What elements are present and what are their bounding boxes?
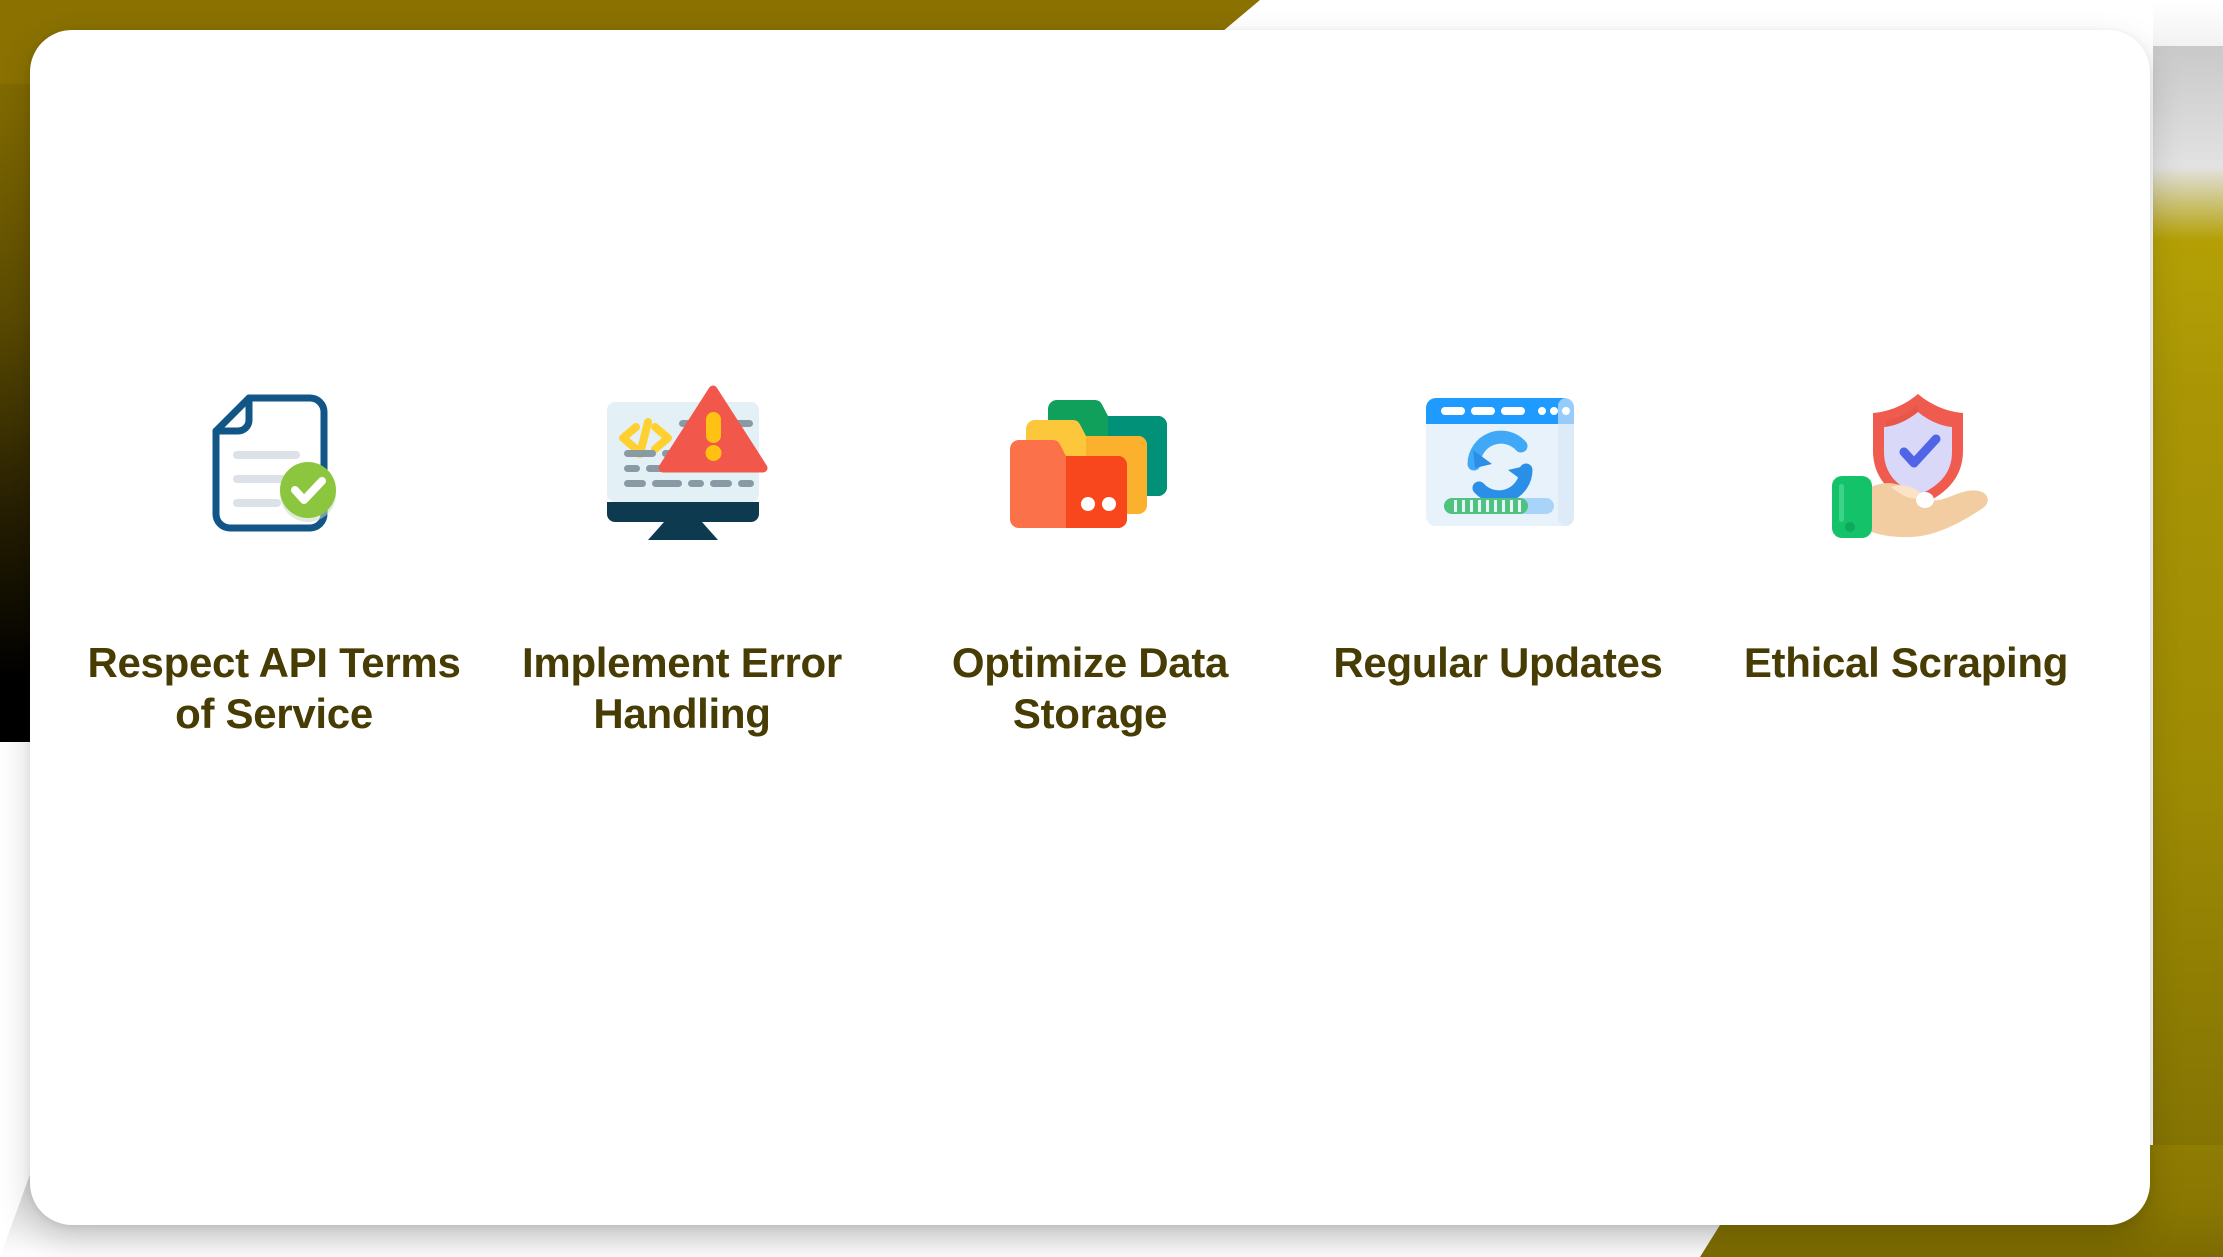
features-row: Respect API Terms of Service Implement E… — [30, 380, 2150, 739]
feature-label: Respect API Terms of Service — [87, 639, 461, 738]
monitor-code-warning-icon — [592, 380, 772, 545]
feature-label: Implement Error Handling — [522, 639, 842, 738]
feature-label: Optimize Data Storage — [951, 639, 1229, 738]
shield-in-hand-icon — [1819, 380, 1994, 545]
folders-stack-icon — [1005, 380, 1175, 545]
feature-item-regular-updates[interactable]: Regular Updates — [1294, 380, 1702, 688]
feature-label: Regular Updates — [1333, 639, 1663, 686]
feature-item-respect-api-terms[interactable]: Respect API Terms of Service — [70, 380, 478, 739]
document-check-icon — [192, 380, 357, 545]
feature-item-optimize-data-storage[interactable]: Optimize Data Storage — [886, 380, 1294, 739]
background-right-olive-strip — [2153, 46, 2223, 1257]
browser-refresh-progress-icon — [1416, 380, 1581, 545]
feature-item-ethical-scraping[interactable]: Ethical Scraping — [1702, 380, 2110, 688]
content-card: Respect API Terms of Service Implement E… — [30, 30, 2150, 1225]
feature-label: Ethical Scraping — [1743, 639, 2069, 686]
feature-item-implement-error-handling[interactable]: Implement Error Handling — [478, 380, 886, 739]
